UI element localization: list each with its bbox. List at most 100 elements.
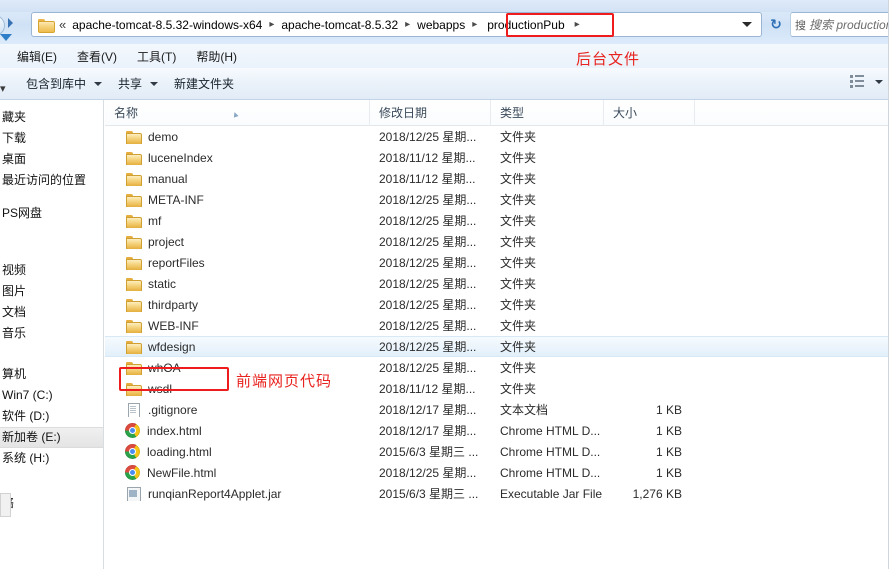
- table-row[interactable]: runqianReport4Applet.jar 2015/6/3 星期三 ...…: [105, 483, 889, 504]
- folder-icon: [125, 361, 142, 375]
- file-name-label: wfdesign: [148, 339, 196, 354]
- file-date-cell: 2018/11/12 星期...: [379, 172, 476, 186]
- file-rows: demo 2018/12/25 星期... 文件夹 luceneIndex 2018/1…: [105, 126, 889, 504]
- file-date-cell: 2018/11/12 星期...: [379, 382, 476, 396]
- breadcrumb-productionpub[interactable]: productionPub: [481, 16, 570, 34]
- table-row[interactable]: loading.html 2015/6/3 星期三 ... Chrome HTML …: [105, 441, 889, 462]
- breadcrumb-tomcat-windows-x64[interactable]: apache-tomcat-8.5.32-windows-x64: [69, 16, 265, 34]
- file-type-cell: 文件夹: [500, 172, 537, 186]
- sidebar-item-documents[interactable]: 文档: [0, 302, 103, 323]
- table-row[interactable]: wfdesign 2018/12/25 星期... 文件夹: [105, 336, 889, 357]
- breadcrumb-separator-icon[interactable]: ▸: [405, 19, 410, 30]
- sidebar-item-drive-e[interactable]: 新加卷 (E:): [0, 427, 103, 448]
- table-row[interactable]: manual 2018/11/12 星期... 文件夹: [105, 168, 889, 189]
- sidebar-item-downloads[interactable]: 下载: [0, 128, 103, 149]
- file-name-cell: .gitignore: [105, 402, 370, 417]
- chevron-down-icon[interactable]: [742, 22, 752, 27]
- table-row[interactable]: demo 2018/12/25 星期... 文件夹: [105, 126, 889, 147]
- file-size-cell: 1 KB: [655, 402, 682, 417]
- table-row[interactable]: mf 2018/12/25 星期... 文件夹: [105, 210, 889, 231]
- organize-button-truncated[interactable]: ▾: [0, 82, 6, 95]
- file-name-cell: reportFiles: [105, 256, 370, 270]
- file-name-cell: NewFile.html: [105, 465, 370, 480]
- table-row[interactable]: static 2018/12/25 星期... 文件夹: [105, 273, 889, 294]
- folder-icon: [125, 214, 142, 228]
- file-type-cell: 文件夹: [500, 382, 537, 396]
- breadcrumb-separator-icon[interactable]: ▸: [575, 19, 580, 30]
- table-row[interactable]: META-INF 2018/12/25 星期... 文件夹: [105, 189, 889, 210]
- share-with-button[interactable]: 共享: [110, 72, 166, 95]
- breadcrumb-webapps[interactable]: webapps: [414, 16, 468, 34]
- sidebar-item-drive-h[interactable]: 系统 (H:): [0, 448, 103, 469]
- recent-locations-dropdown-icon[interactable]: [0, 34, 12, 41]
- file-date-cell: 2018/12/17 星期...: [379, 403, 477, 417]
- menu-edit[interactable]: 编辑(E): [8, 46, 66, 67]
- table-row[interactable]: .gitignore 2018/12/17 星期... 文本文档 1 KB: [105, 399, 889, 420]
- chevron-down-icon[interactable]: [875, 79, 883, 84]
- table-row[interactable]: index.html 2018/12/17 星期... Chrome HTML D.…: [105, 420, 889, 441]
- file-name-cell: META-INF: [105, 193, 370, 207]
- file-date-cell: 2015/6/3 星期三 ...: [379, 487, 479, 501]
- navigation-pane-scrollbar[interactable]: [0, 493, 11, 517]
- search-box[interactable]: 搜 搜索 productionPub: [790, 12, 889, 37]
- search-input[interactable]: 搜索 productionPub: [809, 16, 889, 33]
- forward-button[interactable]: [8, 18, 13, 28]
- file-date-cell: 2018/12/25 星期...: [379, 361, 477, 375]
- previous-locations-icon[interactable]: «: [59, 17, 66, 32]
- sidebar-item-videos[interactable]: 视频: [0, 260, 103, 281]
- sort-ascending-icon: ▴: [231, 108, 240, 121]
- column-header-size[interactable]: 大小: [604, 99, 695, 126]
- sidebar-item-music[interactable]: 音乐: [0, 323, 103, 344]
- file-type-cell: 文件夹: [500, 298, 537, 312]
- back-button[interactable]: [0, 14, 5, 36]
- column-header-name-label: 名称: [114, 105, 139, 120]
- address-bar[interactable]: « apache-tomcat-8.5.32-windows-x64 ▸ apa…: [31, 12, 762, 37]
- table-row[interactable]: thirdparty 2018/12/25 星期... 文件夹: [105, 294, 889, 315]
- view-options-icon[interactable]: [849, 74, 866, 89]
- breadcrumb-tomcat[interactable]: apache-tomcat-8.5.32: [278, 16, 401, 34]
- sidebar-item-pictures[interactable]: 图片: [0, 281, 103, 302]
- column-header-type[interactable]: 类型: [491, 99, 604, 126]
- file-size-cell: 1,276 KB: [632, 486, 682, 501]
- menu-tools[interactable]: 工具(T): [128, 46, 185, 67]
- menu-help[interactable]: 帮助(H): [187, 46, 246, 67]
- table-row[interactable]: whOA 2018/12/25 星期... 文件夹: [105, 357, 889, 378]
- breadcrumb-separator-icon[interactable]: ▸: [269, 19, 274, 30]
- sidebar-item-computer[interactable]: 算机: [0, 364, 103, 385]
- sidebar-item-network[interactable]: 络: [0, 493, 103, 514]
- sidebar-item-drive-c[interactable]: Win7 (C:): [0, 385, 103, 406]
- file-date-cell: 2018/12/25 星期...: [379, 256, 477, 270]
- file-date-cell: 2015/6/3 星期三 ...: [379, 445, 479, 459]
- table-row[interactable]: wsdl 2018/11/12 星期... 文件夹: [105, 378, 889, 399]
- toolbar-right-group: [849, 74, 883, 89]
- include-in-library-label: 包含到库中: [26, 77, 87, 91]
- file-date-cell: 2018/12/25 星期...: [379, 193, 477, 207]
- breadcrumb-separator-icon[interactable]: ▸: [472, 19, 477, 30]
- sidebar-item-favorites[interactable]: 藏夹: [0, 107, 103, 128]
- sidebar-item-recent-places[interactable]: 最近访问的位置: [0, 170, 103, 191]
- file-type-cell: 文本文档: [500, 403, 549, 417]
- file-name-cell: project: [105, 235, 370, 249]
- new-folder-button[interactable]: 新建文件夹: [166, 72, 242, 95]
- file-name-cell: thirdparty: [105, 298, 370, 312]
- table-row[interactable]: reportFiles 2018/12/25 星期... 文件夹: [105, 252, 889, 273]
- table-row[interactable]: NewFile.html 2018/12/25 星期... Chrome HTML …: [105, 462, 889, 483]
- table-row[interactable]: project 2018/12/25 星期... 文件夹: [105, 231, 889, 252]
- sidebar-item-desktop[interactable]: 桌面: [0, 149, 103, 170]
- refresh-button[interactable]: ↻: [764, 12, 788, 37]
- menu-view[interactable]: 查看(V): [68, 46, 126, 67]
- file-date-cell: 2018/11/12 星期...: [379, 151, 476, 165]
- table-row[interactable]: WEB-INF 2018/12/25 星期... 文件夹: [105, 315, 889, 336]
- command-toolbar: ▾ 包含到库中 共享 新建文件夹: [0, 68, 889, 100]
- file-type-cell: 文件夹: [500, 256, 537, 270]
- column-header-name[interactable]: 名称 ▴: [105, 99, 370, 126]
- file-type-cell: Chrome HTML D...: [500, 423, 601, 438]
- sidebar-item-ps-netdisk[interactable]: PS网盘: [0, 203, 103, 224]
- include-in-library-button[interactable]: 包含到库中: [18, 72, 110, 95]
- sidebar-item-drive-d[interactable]: 软件 (D:): [0, 406, 103, 427]
- file-name-label: loading.html: [147, 444, 212, 459]
- column-header-date-modified[interactable]: 修改日期: [370, 99, 491, 126]
- file-type-cell: Executable Jar File: [500, 486, 603, 501]
- file-name-cell: manual: [105, 172, 370, 186]
- table-row[interactable]: luceneIndex 2018/11/12 星期... 文件夹: [105, 147, 889, 168]
